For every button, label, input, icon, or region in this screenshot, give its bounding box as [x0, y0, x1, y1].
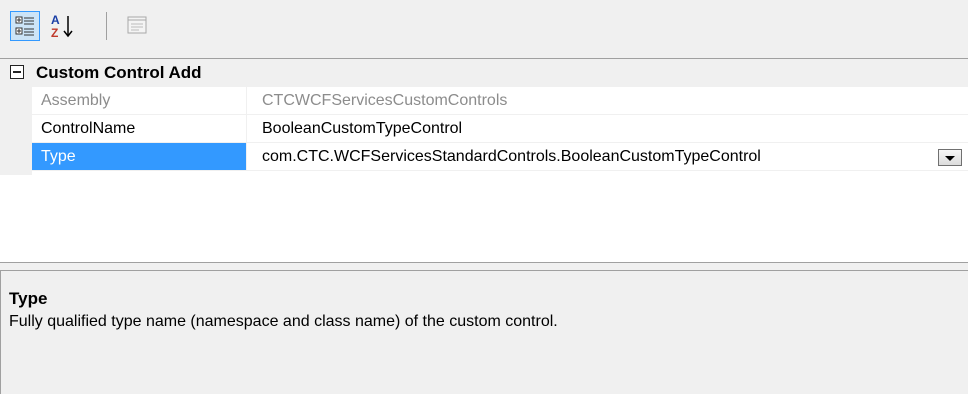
property-pages-button[interactable]: [123, 11, 153, 41]
category-row[interactable]: Custom Control Add: [0, 59, 968, 87]
category-label: Custom Control Add: [36, 63, 202, 82]
property-value-field[interactable]: com.CTC.WCFServicesStandardControls.Bool…: [248, 143, 968, 170]
property-grid-toolbar: A Z: [0, 0, 968, 58]
property-value-field[interactable]: BooleanCustomTypeControl: [248, 115, 968, 142]
svg-text:A: A: [51, 13, 60, 27]
property-row-assembly[interactable]: Assembly CTCWCFServicesCustomControls: [32, 87, 968, 115]
property-grid: Custom Control Add Assembly CTCWCFServic…: [0, 58, 968, 262]
property-name: ControlName: [32, 115, 247, 142]
description-text: Fully qualified type name (namespace and…: [9, 313, 558, 330]
property-name: Type: [32, 143, 247, 170]
alphabetical-sort-button[interactable]: A Z: [48, 11, 78, 41]
categorized-view-button[interactable]: [10, 11, 40, 41]
property-row-controlname[interactable]: ControlName BooleanCustomTypeControl: [32, 115, 968, 143]
categorized-icon: [15, 16, 34, 36]
alphabetical-sort-icon: A Z: [51, 13, 73, 40]
property-row-type[interactable]: Type com.CTC.WCFServicesStandardControls…: [32, 143, 968, 171]
toolbar-separator: [106, 12, 107, 40]
description-panel: Type Fully qualified type name (namespac…: [0, 270, 968, 394]
property-name: Assembly: [32, 87, 247, 114]
description-splitter[interactable]: [0, 262, 968, 270]
property-value-text: com.CTC.WCFServicesStandardControls.Bool…: [262, 148, 761, 165]
property-value: CTCWCFServicesCustomControls: [262, 92, 508, 109]
dropdown-button[interactable]: [938, 149, 962, 166]
svg-text:Z: Z: [51, 26, 58, 40]
collapse-icon[interactable]: [10, 65, 24, 79]
property-pages-icon: [127, 16, 147, 34]
description-title: Type: [9, 289, 48, 308]
grid-margin: [0, 87, 32, 175]
